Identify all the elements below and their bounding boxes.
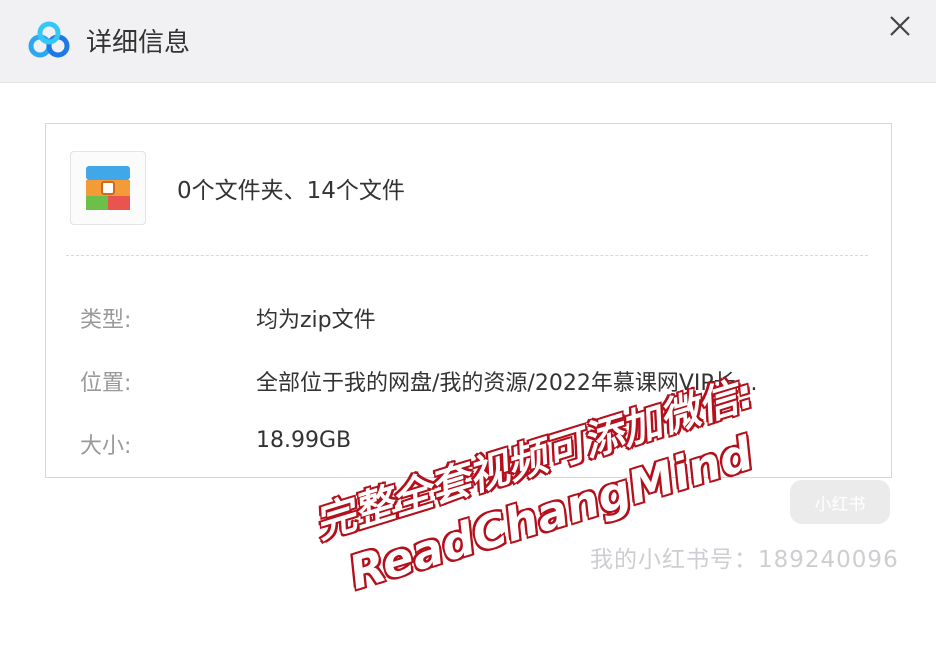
close-button[interactable] xyxy=(882,8,918,44)
title-bar: 详细信息 xyxy=(0,0,936,83)
size-value: 18.99GB xyxy=(256,428,352,453)
location-label: 位置: xyxy=(80,371,132,396)
type-value: 均为zip文件 xyxy=(256,308,376,333)
baidu-netdisk-cloud-icon xyxy=(28,21,70,58)
divider xyxy=(66,255,868,256)
close-icon xyxy=(890,16,910,36)
size-label: 大小: xyxy=(80,434,132,459)
file-icon-frame xyxy=(70,151,146,225)
file-summary: 0个文件夹、14个文件 xyxy=(177,178,405,204)
type-label: 类型: xyxy=(80,308,132,333)
window-title: 详细信息 xyxy=(86,28,191,58)
archive-zip-icon xyxy=(86,166,130,210)
